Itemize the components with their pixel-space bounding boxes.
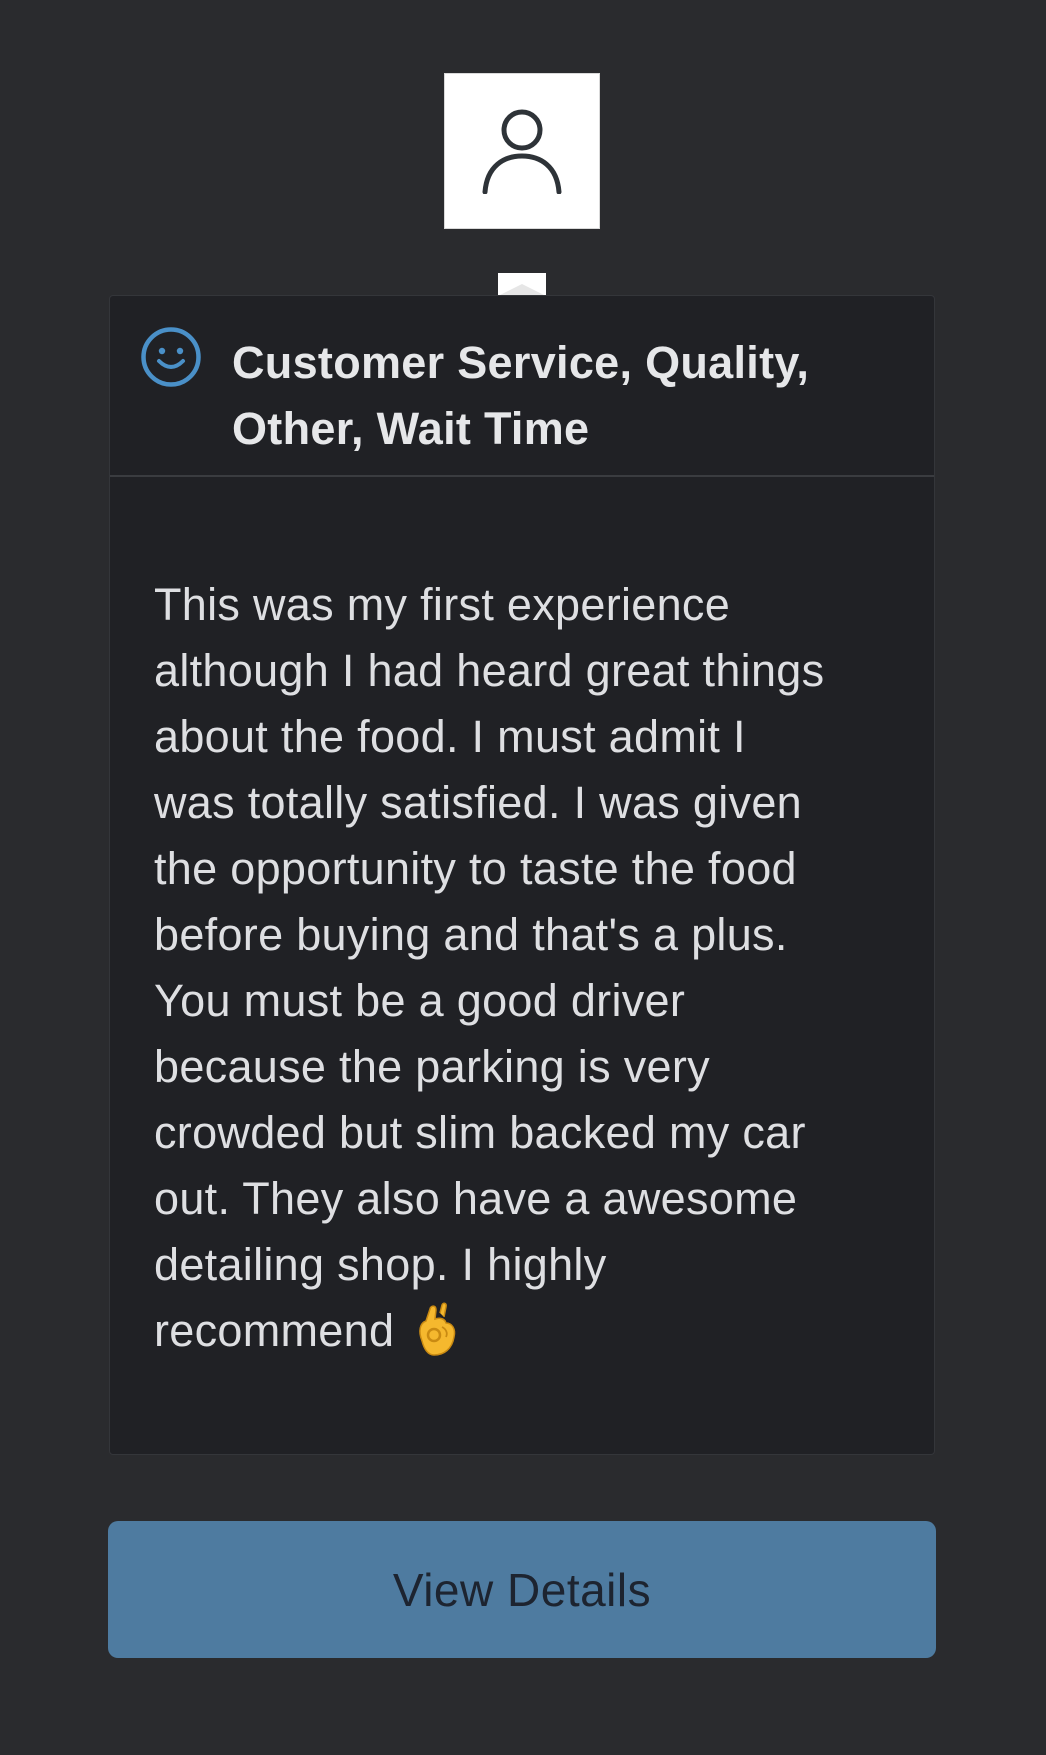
review-card-header: Customer Service, Quality, Other, Wait T…: [110, 296, 934, 477]
review-line: the opportunity to taste the food: [154, 843, 797, 894]
review-line: was totally satisfied. I was given: [154, 777, 802, 828]
review-card: Customer Service, Quality, Other, Wait T…: [109, 295, 935, 1455]
review-line: detailing shop. I highly: [154, 1239, 607, 1290]
view-details-button[interactable]: View Details: [108, 1521, 936, 1658]
review-line: although I had heard great things: [154, 645, 825, 696]
review-line: This was my first experience: [154, 579, 731, 630]
review-line: before buying and that's a plus.: [154, 909, 788, 960]
review-screen: Customer Service, Quality, Other, Wait T…: [0, 0, 1046, 1755]
review-line: crowded but slim backed my car: [154, 1107, 806, 1158]
review-line-text: recommend: [154, 1305, 395, 1356]
category-line: Customer Service, Quality,: [232, 337, 810, 388]
card-pointer: [498, 273, 546, 295]
avatar[interactable]: [444, 73, 600, 229]
review-categories: Customer Service, Quality, Other, Wait T…: [232, 330, 892, 462]
category-line: Other, Wait Time: [232, 403, 590, 454]
ok-hand-emoji-icon: [419, 1302, 456, 1356]
review-text: This was my first experience although I …: [154, 572, 894, 1364]
smiley-icon: [141, 327, 201, 387]
review-line: because the parking is very: [154, 1041, 710, 1092]
review-line: about the food. I must admit I: [154, 711, 746, 762]
review-line-last: recommend: [154, 1298, 894, 1364]
review-line: out. They also have a awesome: [154, 1173, 798, 1224]
review-line: You must be a good driver: [154, 975, 686, 1026]
user-icon: [482, 109, 562, 194]
